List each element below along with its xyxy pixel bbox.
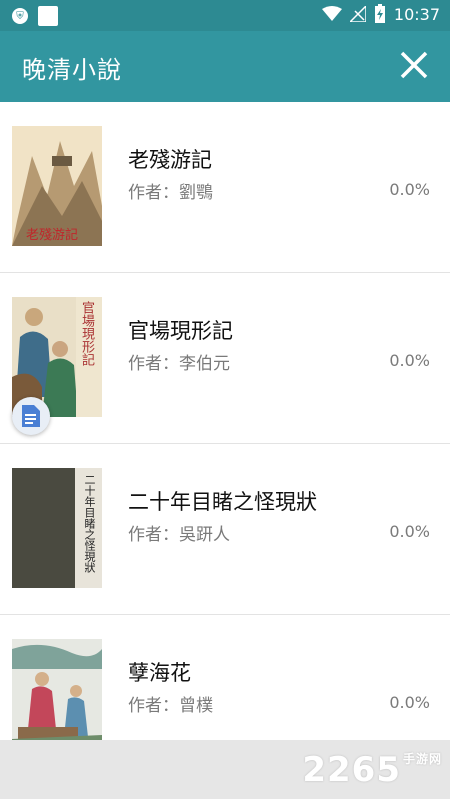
list-item[interactable]: 二十年目睹之怪現狀 二十年目睹之怪現狀 作者：吳趼人 0.0% xyxy=(0,444,450,615)
cover-title: 老殘游記 xyxy=(26,228,79,243)
wifi-icon xyxy=(321,6,342,21)
book-cover xyxy=(12,639,102,740)
book-progress: 0.0% xyxy=(389,351,430,370)
shield-icon: ⛨ xyxy=(12,8,28,24)
book-progress: 0.0% xyxy=(389,522,430,541)
book-author: 作者：李伯元 xyxy=(128,354,230,374)
app-bar: 晚清小說 xyxy=(0,31,450,102)
book-progress: 0.0% xyxy=(389,693,430,712)
signal-icon xyxy=(349,6,366,22)
cover-title: 二十年目睹之怪現狀 xyxy=(83,474,96,573)
watermark-number: 2265 xyxy=(302,750,401,790)
page-title: 晚清小說 xyxy=(22,56,122,84)
battery-icon xyxy=(374,4,385,23)
book-author: 作者：吳趼人 xyxy=(128,525,230,545)
watermark-suffix: 手游网 xyxy=(402,752,442,766)
status-time: 10:37 xyxy=(393,4,440,24)
bottom-bar: 2265 手游网 xyxy=(0,740,450,799)
notification-icon xyxy=(38,6,58,26)
book-cover: 二十年目睹之怪現狀 xyxy=(12,468,102,588)
list-item[interactable]: 官場現形記 官場現形記 作者：李伯元 0.0% xyxy=(0,273,450,444)
book-title: 孽海花 xyxy=(128,661,191,685)
book-title: 二十年目睹之怪現狀 xyxy=(128,490,317,514)
close-icon[interactable] xyxy=(396,47,432,83)
list-item[interactable]: 老殘游記 老殘游記 作者：劉鶚 0.0% xyxy=(0,102,450,273)
watermark-logo: 2265 手游网 xyxy=(302,750,442,790)
floating-document-button[interactable] xyxy=(12,397,50,435)
book-list: 老殘游記 老殘游記 作者：劉鶚 0.0% 官場現形記 官場現形記 作者：李伯元 … xyxy=(0,102,450,740)
book-author: 作者：劉鶚 xyxy=(128,183,213,203)
book-title: 官場現形記 xyxy=(128,319,233,343)
book-cover: 老殘游記 xyxy=(12,126,102,246)
document-icon xyxy=(22,405,40,427)
book-author: 作者：曾樸 xyxy=(128,696,213,716)
status-bar: ⛨ 10:37 xyxy=(0,0,450,31)
book-progress: 0.0% xyxy=(389,180,430,199)
list-item[interactable]: 孽海花 作者：曾樸 0.0% xyxy=(0,615,450,740)
cover-title: 官場現形記 xyxy=(79,301,94,366)
book-title: 老殘游記 xyxy=(128,148,212,172)
